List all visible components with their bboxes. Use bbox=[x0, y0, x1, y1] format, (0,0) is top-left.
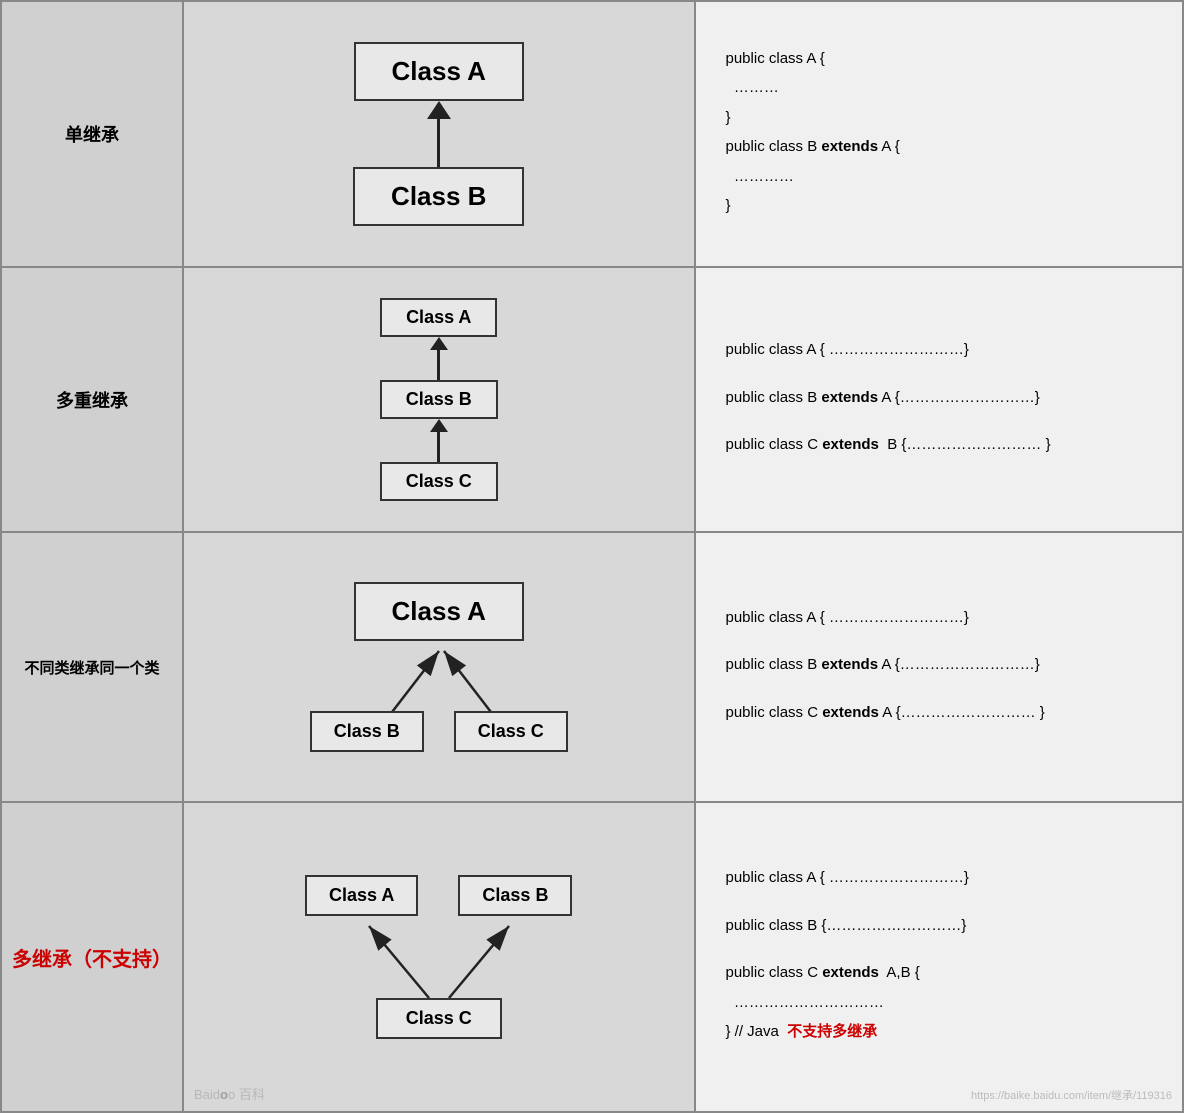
code-line-6: } bbox=[726, 193, 1153, 219]
class-a-box-row4: Class A bbox=[305, 875, 418, 916]
row-diff-classes: 不同类继承同一个类 Class A bbox=[1, 532, 1183, 802]
label-single: 单继承 bbox=[1, 1, 183, 267]
code-single: public class A { ……… } public class B ex… bbox=[695, 1, 1184, 267]
diagram-multi-inner: Class A Class B bbox=[194, 865, 684, 1049]
label-multilevel: 多重继承 bbox=[1, 267, 183, 532]
arrow-head-m1 bbox=[430, 337, 448, 350]
class-c-box-row2: Class C bbox=[380, 462, 498, 501]
class-a-box-row3: Class A bbox=[354, 582, 524, 641]
arrow-line-m2 bbox=[437, 432, 440, 462]
ab-top-row: Class A Class B bbox=[305, 875, 572, 916]
row-multi-inherit: 多继承（不支持） Class A Class B bbox=[1, 802, 1183, 1112]
bc-row: Class B Class C bbox=[310, 711, 568, 752]
diagram-multilevel: Class A Class B Class C bbox=[183, 267, 695, 532]
ml-code-1: public class A { ………………………} bbox=[726, 337, 1153, 363]
dc-code-2: public class B extends A {………………………} bbox=[726, 652, 1153, 678]
mi-code-3: public class C extends A,B { bbox=[726, 960, 1153, 986]
arrow-line-m1 bbox=[437, 350, 440, 380]
ml-code-3: public class C extends B {……………………… } bbox=[726, 432, 1153, 458]
main-table: 单继承 Class A Class B public class A { ……… bbox=[0, 0, 1184, 1113]
class-b-box-row4: Class B bbox=[458, 875, 572, 916]
class-c-box-row4: Class C bbox=[376, 998, 502, 1039]
mi-code-4: ………………………… bbox=[726, 990, 1153, 1016]
arrow-line-single bbox=[437, 119, 440, 167]
diagram-single: Class A Class B bbox=[183, 1, 695, 267]
class-c-box-row3: Class C bbox=[454, 711, 568, 752]
code-multi: public class A { ………………………} public class… bbox=[695, 802, 1184, 1112]
row-single-inheritance: 单继承 Class A Class B public class A { ……… bbox=[1, 1, 1183, 267]
class-b-box-row1: Class B bbox=[353, 167, 524, 226]
arrow-multi1 bbox=[430, 337, 448, 380]
class-b-box-row3: Class B bbox=[310, 711, 424, 752]
diagram-single-inner: Class A Class B bbox=[194, 22, 684, 246]
diagram-multilevel-inner: Class A Class B Class C bbox=[194, 288, 684, 511]
label-text-4: 多继承（不支持） bbox=[12, 949, 172, 971]
label-text-3: 不同类继承同一个类 bbox=[24, 660, 159, 677]
mi-code-1: public class A { ………………………} bbox=[726, 865, 1153, 891]
class-b-box-row2: Class B bbox=[380, 380, 498, 419]
dc-code-1: public class A { ………………………} bbox=[726, 605, 1153, 631]
label-multi: 多继承（不支持） bbox=[1, 802, 183, 1112]
label-text: 单继承 bbox=[65, 125, 119, 145]
class-a-box-row1: Class A bbox=[354, 42, 524, 101]
label-text-2: 多重继承 bbox=[56, 391, 128, 411]
code-line-1: public class A { bbox=[726, 46, 1153, 72]
code-diffclasses: public class A { ………………………} public class… bbox=[695, 532, 1184, 802]
diagram-multi: Class A Class B bbox=[183, 802, 695, 1112]
row-multilevel: 多重继承 Class A Class B Class C bbox=[1, 267, 1183, 532]
dc-code-3: public class C extends A {……………………… } bbox=[726, 700, 1153, 726]
diagram-diffclasses: Class A bbox=[183, 532, 695, 802]
class-a-box-row2: Class A bbox=[380, 298, 497, 337]
label-diffclasses: 不同类继承同一个类 bbox=[1, 532, 183, 802]
arrow-single bbox=[427, 101, 451, 167]
arrow-multi2 bbox=[430, 419, 448, 462]
arrows-row4 bbox=[294, 916, 584, 1006]
source-watermark: https://baike.baidu.com/item/继承/119316 bbox=[971, 1087, 1172, 1103]
arrow-head-m2 bbox=[430, 419, 448, 432]
ml-code-2: public class B extends A {………………………} bbox=[726, 385, 1153, 411]
code-line-5: ………… bbox=[726, 164, 1153, 190]
code-line-3: } bbox=[726, 105, 1153, 131]
code-line-2: ……… bbox=[726, 75, 1153, 101]
baidu-watermark: Baidoo 百科 bbox=[194, 1084, 265, 1103]
code-multilevel: public class A { ………………………} public class… bbox=[695, 267, 1184, 532]
code-line-4: public class B extends A { bbox=[726, 134, 1153, 160]
arrows-row3 bbox=[309, 641, 569, 721]
mi-code-5: } // Java 不支持多继承 bbox=[726, 1019, 1153, 1045]
diagram-diffclasses-inner: Class A bbox=[194, 572, 684, 762]
arrow-head-single bbox=[427, 101, 451, 119]
mi-code-2: public class B {………………………} bbox=[726, 913, 1153, 939]
